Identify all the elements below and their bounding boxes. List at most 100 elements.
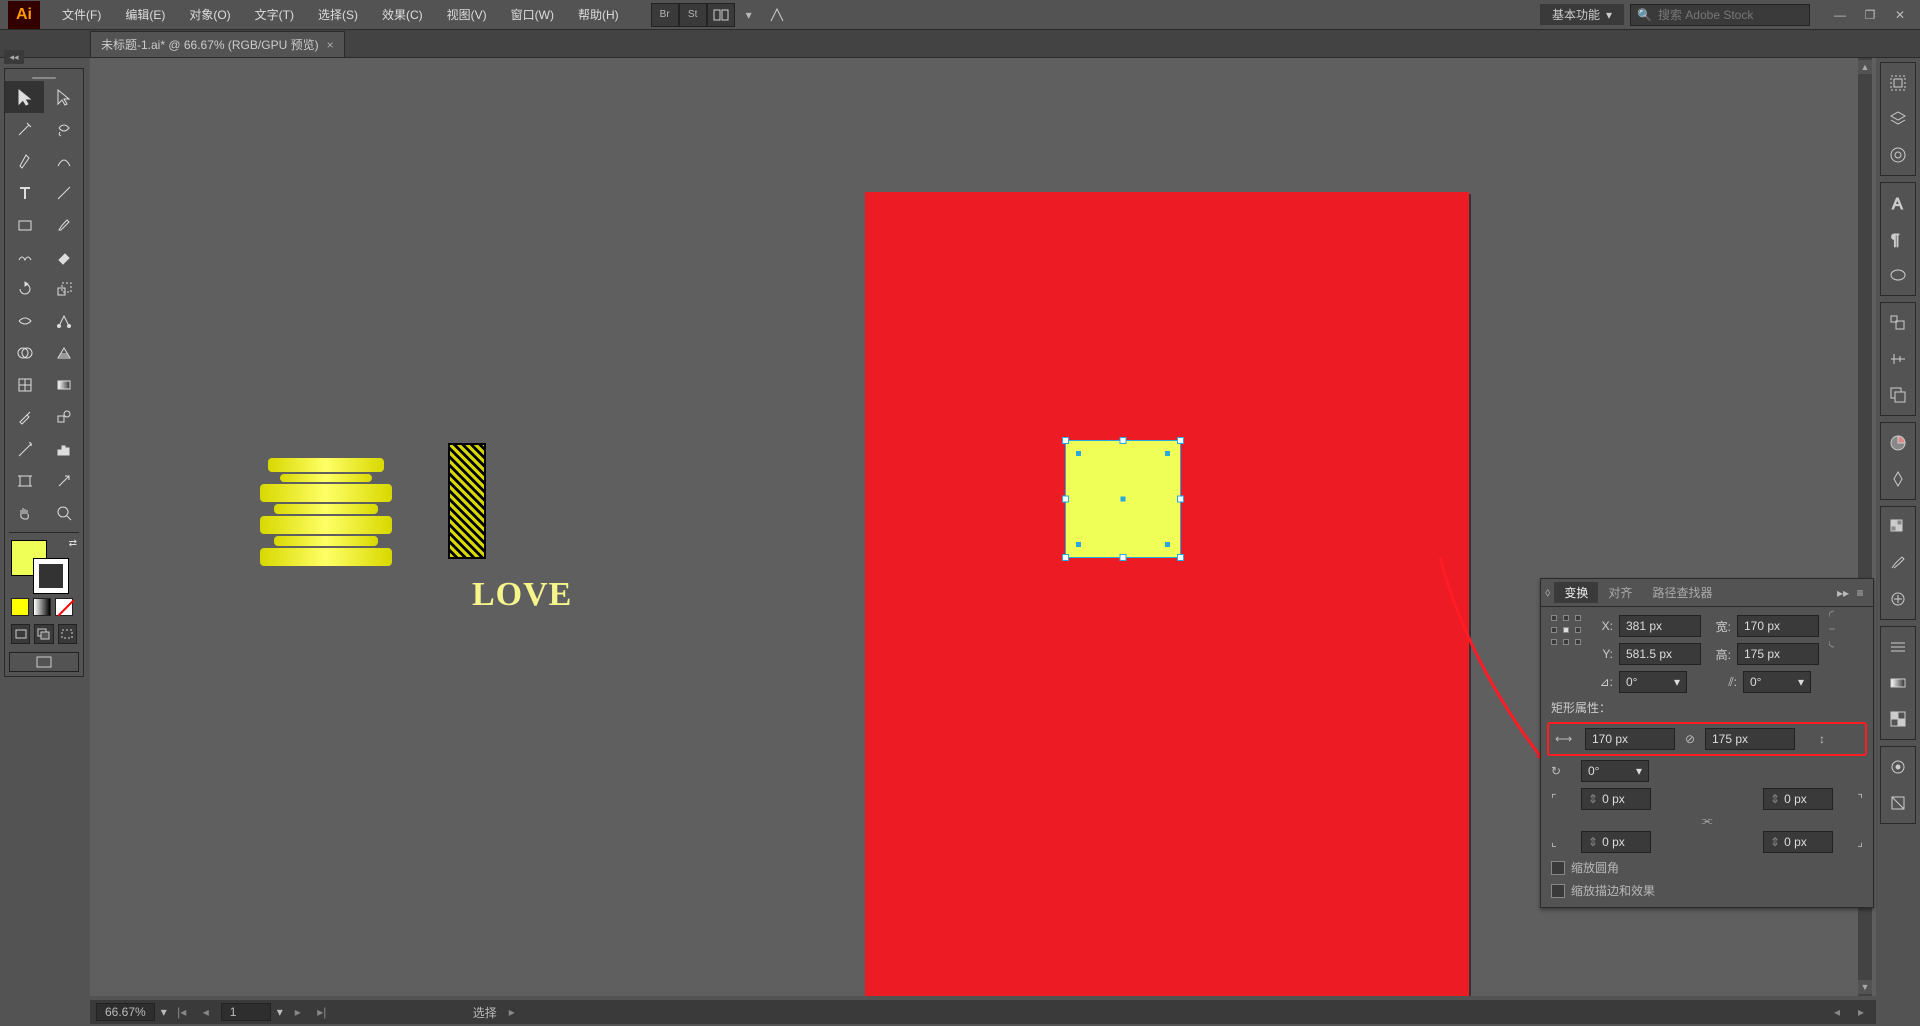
drawing-mode-normal-icon[interactable] xyxy=(11,624,30,644)
window-minimize-icon[interactable]: — xyxy=(1826,4,1854,26)
close-tab-icon[interactable]: × xyxy=(327,38,334,52)
panel-collapse-icon[interactable]: ▸▸ xyxy=(1835,584,1851,602)
zoom-dropdown-icon[interactable]: ▾ xyxy=(161,1005,167,1019)
bridge-icon[interactable]: Br xyxy=(651,3,679,27)
height-input[interactable]: 175 px xyxy=(1737,643,1819,665)
panel-link-icon[interactable]: ⬨ xyxy=(1545,585,1550,600)
none-mode-icon[interactable] xyxy=(55,598,73,616)
scroll-up-icon[interactable]: ▲ xyxy=(1858,60,1872,74)
transform-panel-icon[interactable] xyxy=(1881,305,1915,341)
width-tool[interactable] xyxy=(5,305,44,337)
curvature-tool[interactable] xyxy=(44,145,83,177)
symbols-panel-icon[interactable] xyxy=(1881,581,1915,617)
tab-align[interactable]: 对齐 xyxy=(1598,582,1642,603)
menu-text[interactable]: 文字(T) xyxy=(243,0,306,30)
blend-tool[interactable] xyxy=(44,401,83,433)
reference-point-selector[interactable] xyxy=(1551,615,1581,645)
stock-search-input[interactable]: 🔍 搜索 Adobe Stock xyxy=(1630,4,1810,26)
tab-transform[interactable]: 变换 xyxy=(1554,582,1598,603)
corner-tl-input[interactable]: ⇕0 px xyxy=(1581,788,1651,810)
cc-libraries-icon[interactable] xyxy=(1881,137,1915,173)
gradient-mode-icon[interactable] xyxy=(33,598,51,616)
rect-height-input[interactable]: 175 px xyxy=(1705,728,1795,750)
document-tab[interactable]: 未标题-1.ai* @ 66.67% (RGB/GPU 预览) × xyxy=(90,31,345,57)
first-artboard-icon[interactable]: |◂ xyxy=(173,1003,191,1021)
lasso-tool[interactable] xyxy=(44,113,83,145)
scroll-left-icon[interactable]: ◂ xyxy=(1828,1003,1846,1021)
fill-stroke-swatch[interactable]: ⇄ xyxy=(5,536,83,598)
direct-selection-tool[interactable] xyxy=(44,81,83,113)
hand-tool[interactable] xyxy=(5,497,44,529)
free-transform-tool[interactable] xyxy=(44,305,83,337)
slice-tool[interactable] xyxy=(44,465,83,497)
menu-effect[interactable]: 效果(C) xyxy=(370,0,435,30)
transparency-panel-icon[interactable] xyxy=(1881,701,1915,737)
layers-panel-icon[interactable] xyxy=(1881,101,1915,137)
type-tool[interactable] xyxy=(5,177,44,209)
corner-tr-input[interactable]: ⇕0 px xyxy=(1763,788,1833,810)
selected-rectangle[interactable] xyxy=(1065,440,1181,558)
artboard-dropdown-icon[interactable]: ▾ xyxy=(277,1005,283,1019)
stroke-panel-icon[interactable] xyxy=(1881,629,1915,665)
scale-strokes-checkbox[interactable] xyxy=(1551,884,1565,898)
screen-mode-icon[interactable] xyxy=(9,652,79,672)
graphic-styles-panel-icon[interactable] xyxy=(1881,785,1915,821)
rect-link-icon[interactable]: ⊘ xyxy=(1681,728,1699,750)
eraser-tool[interactable] xyxy=(44,241,83,273)
arrange-dropdown-icon[interactable]: ▾ xyxy=(735,3,763,27)
scroll-right-icon[interactable]: ▸ xyxy=(1852,1003,1870,1021)
mesh-tool[interactable] xyxy=(5,369,44,401)
menu-edit[interactable]: 编辑(E) xyxy=(113,0,177,30)
magic-wand-tool[interactable] xyxy=(5,113,44,145)
pen-tool[interactable] xyxy=(5,145,44,177)
character-panel-icon[interactable]: A xyxy=(1881,185,1915,221)
color-mode-icon[interactable] xyxy=(11,598,29,616)
width-input[interactable]: 170 px xyxy=(1737,615,1819,637)
window-restore-icon[interactable]: ❐ xyxy=(1856,4,1884,26)
appearance-panel-icon[interactable] xyxy=(1881,749,1915,785)
panel-menu-icon[interactable]: ≡ xyxy=(1851,586,1869,600)
swap-fill-stroke-icon[interactable]: ⇄ xyxy=(69,538,77,549)
gradient-tool[interactable] xyxy=(44,369,83,401)
stroke-swatch[interactable] xyxy=(33,558,69,594)
swatches-panel-icon[interactable] xyxy=(1881,509,1915,545)
rotate-input[interactable]: 0°▾ xyxy=(1619,671,1687,693)
rect-rotate-input[interactable]: 0°▾ xyxy=(1581,760,1649,782)
drawing-mode-behind-icon[interactable] xyxy=(34,624,53,644)
zoom-tool[interactable] xyxy=(44,497,83,529)
menu-view[interactable]: 视图(V) xyxy=(435,0,499,30)
perspective-grid-tool[interactable] xyxy=(44,337,83,369)
scroll-down-icon[interactable]: ▼ xyxy=(1858,980,1872,994)
last-artboard-icon[interactable]: ▸| xyxy=(313,1003,331,1021)
paragraph-panel-icon[interactable]: ¶ xyxy=(1881,221,1915,257)
prev-artboard-icon[interactable]: ◂ xyxy=(197,1003,215,1021)
rotate-tool[interactable] xyxy=(5,273,44,305)
next-artboard-icon[interactable]: ▸ xyxy=(289,1003,307,1021)
zoom-level-input[interactable]: 66.67% xyxy=(96,1003,155,1021)
tab-pathfinder[interactable]: 路径查找器 xyxy=(1642,582,1722,603)
gradient-panel-icon[interactable] xyxy=(1881,665,1915,701)
menu-object[interactable]: 对象(O) xyxy=(177,0,242,30)
y-input[interactable]: 581.5 px xyxy=(1619,643,1701,665)
eyedropper-tool[interactable] xyxy=(5,401,44,433)
artboard-tool[interactable] xyxy=(5,465,44,497)
symbol-sprayer-tool[interactable] xyxy=(5,433,44,465)
pathfinder-panel-icon[interactable] xyxy=(1881,377,1915,413)
menu-select[interactable]: 选择(S) xyxy=(306,0,370,30)
opentype-panel-icon[interactable] xyxy=(1881,257,1915,293)
properties-panel-icon[interactable] xyxy=(1881,65,1915,101)
corner-br-input[interactable]: ⇕0 px xyxy=(1763,831,1833,853)
selection-tool[interactable] xyxy=(5,81,44,113)
drawing-mode-inside-icon[interactable] xyxy=(58,624,77,644)
brushes-panel-icon[interactable] xyxy=(1881,545,1915,581)
scale-tool[interactable] xyxy=(44,273,83,305)
corner-bl-input[interactable]: ⇕0 px xyxy=(1581,831,1651,853)
scale-corners-checkbox[interactable] xyxy=(1551,861,1565,875)
column-graph-tool[interactable] xyxy=(44,433,83,465)
shape-builder-tool[interactable] xyxy=(5,337,44,369)
menu-window[interactable]: 窗口(W) xyxy=(499,0,566,30)
menu-file[interactable]: 文件(F) xyxy=(50,0,113,30)
stock-icon[interactable]: St xyxy=(679,3,707,27)
expand-toolbar-icon[interactable]: ◂◂ xyxy=(4,50,24,64)
align-panel-icon[interactable] xyxy=(1881,341,1915,377)
